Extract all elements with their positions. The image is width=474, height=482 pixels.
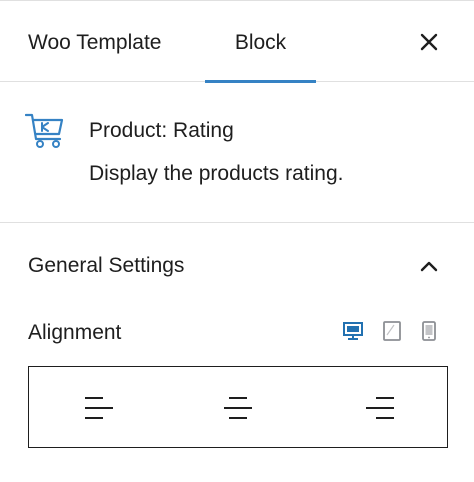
panel-title: General Settings	[28, 254, 185, 277]
align-left-icon	[85, 397, 113, 419]
align-right-button[interactable]	[308, 367, 447, 447]
align-right-icon	[365, 397, 394, 419]
block-card: Product: Rating Display the products rat…	[0, 82, 474, 223]
align-center-button[interactable]	[168, 367, 307, 447]
tab-woo-template[interactable]: Woo Template	[28, 4, 161, 82]
align-left-button[interactable]	[29, 367, 168, 447]
alignment-button-group	[28, 366, 448, 448]
mobile-icon[interactable]	[418, 320, 440, 342]
block-title: Product: Rating	[89, 119, 234, 142]
cart-icon	[25, 113, 64, 148]
sidebar-tabs: Woo Template Block	[0, 4, 474, 83]
close-icon[interactable]	[418, 31, 440, 53]
align-center-icon	[224, 397, 253, 419]
chevron-up-icon	[420, 261, 438, 272]
alignment-label: Alignment	[28, 321, 122, 344]
tablet-icon[interactable]	[381, 320, 403, 342]
general-settings-toggle[interactable]: General Settings	[0, 235, 474, 295]
tab-block[interactable]: Block	[205, 4, 316, 83]
desktop-icon[interactable]	[342, 320, 364, 342]
block-description: Display the products rating.	[89, 162, 344, 185]
